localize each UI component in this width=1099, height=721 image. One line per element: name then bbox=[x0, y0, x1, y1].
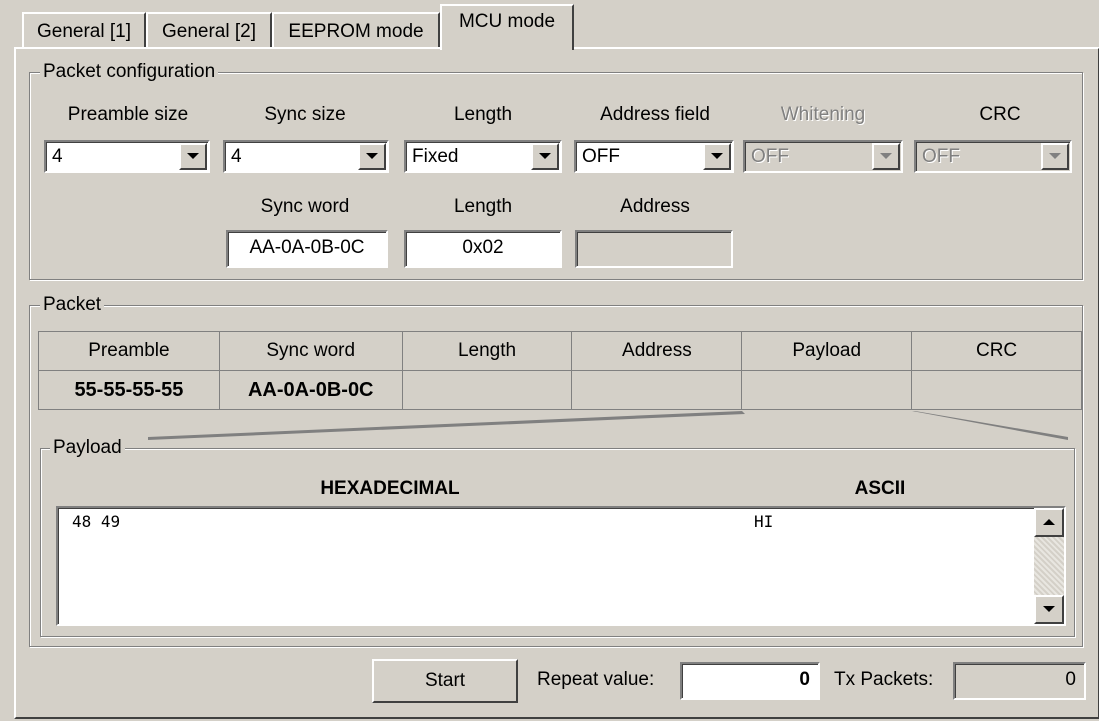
ascii-text[interactable]: HI bbox=[754, 512, 773, 531]
tx-packets-value: 0 bbox=[953, 662, 1086, 700]
payload-title: Payload bbox=[50, 437, 125, 459]
repeat-value-input[interactable]: 0 bbox=[680, 662, 820, 700]
payload-editor[interactable]: 48 49 HI bbox=[56, 506, 1066, 626]
start-button[interactable]: Start bbox=[372, 659, 518, 703]
hex-header: HEXADECIMAL bbox=[320, 478, 460, 499]
start-label: Start bbox=[424, 670, 466, 691]
ascii-header: ASCII bbox=[854, 478, 906, 499]
hex-text[interactable]: 48 49 bbox=[72, 512, 120, 531]
tab-mcu-mode[interactable]: MCU mode bbox=[440, 4, 574, 50]
tx-packets-label: Tx Packets: bbox=[834, 669, 934, 690]
arrow-down-icon bbox=[1043, 606, 1055, 612]
scroll-up-button[interactable] bbox=[1034, 508, 1064, 537]
repeat-label: Repeat value: bbox=[537, 669, 655, 690]
payload-scrollbar[interactable] bbox=[1034, 508, 1064, 624]
arrow-up-icon bbox=[1043, 519, 1055, 525]
scroll-down-button[interactable] bbox=[1034, 595, 1064, 624]
tab-label: MCU mode bbox=[458, 11, 556, 32]
